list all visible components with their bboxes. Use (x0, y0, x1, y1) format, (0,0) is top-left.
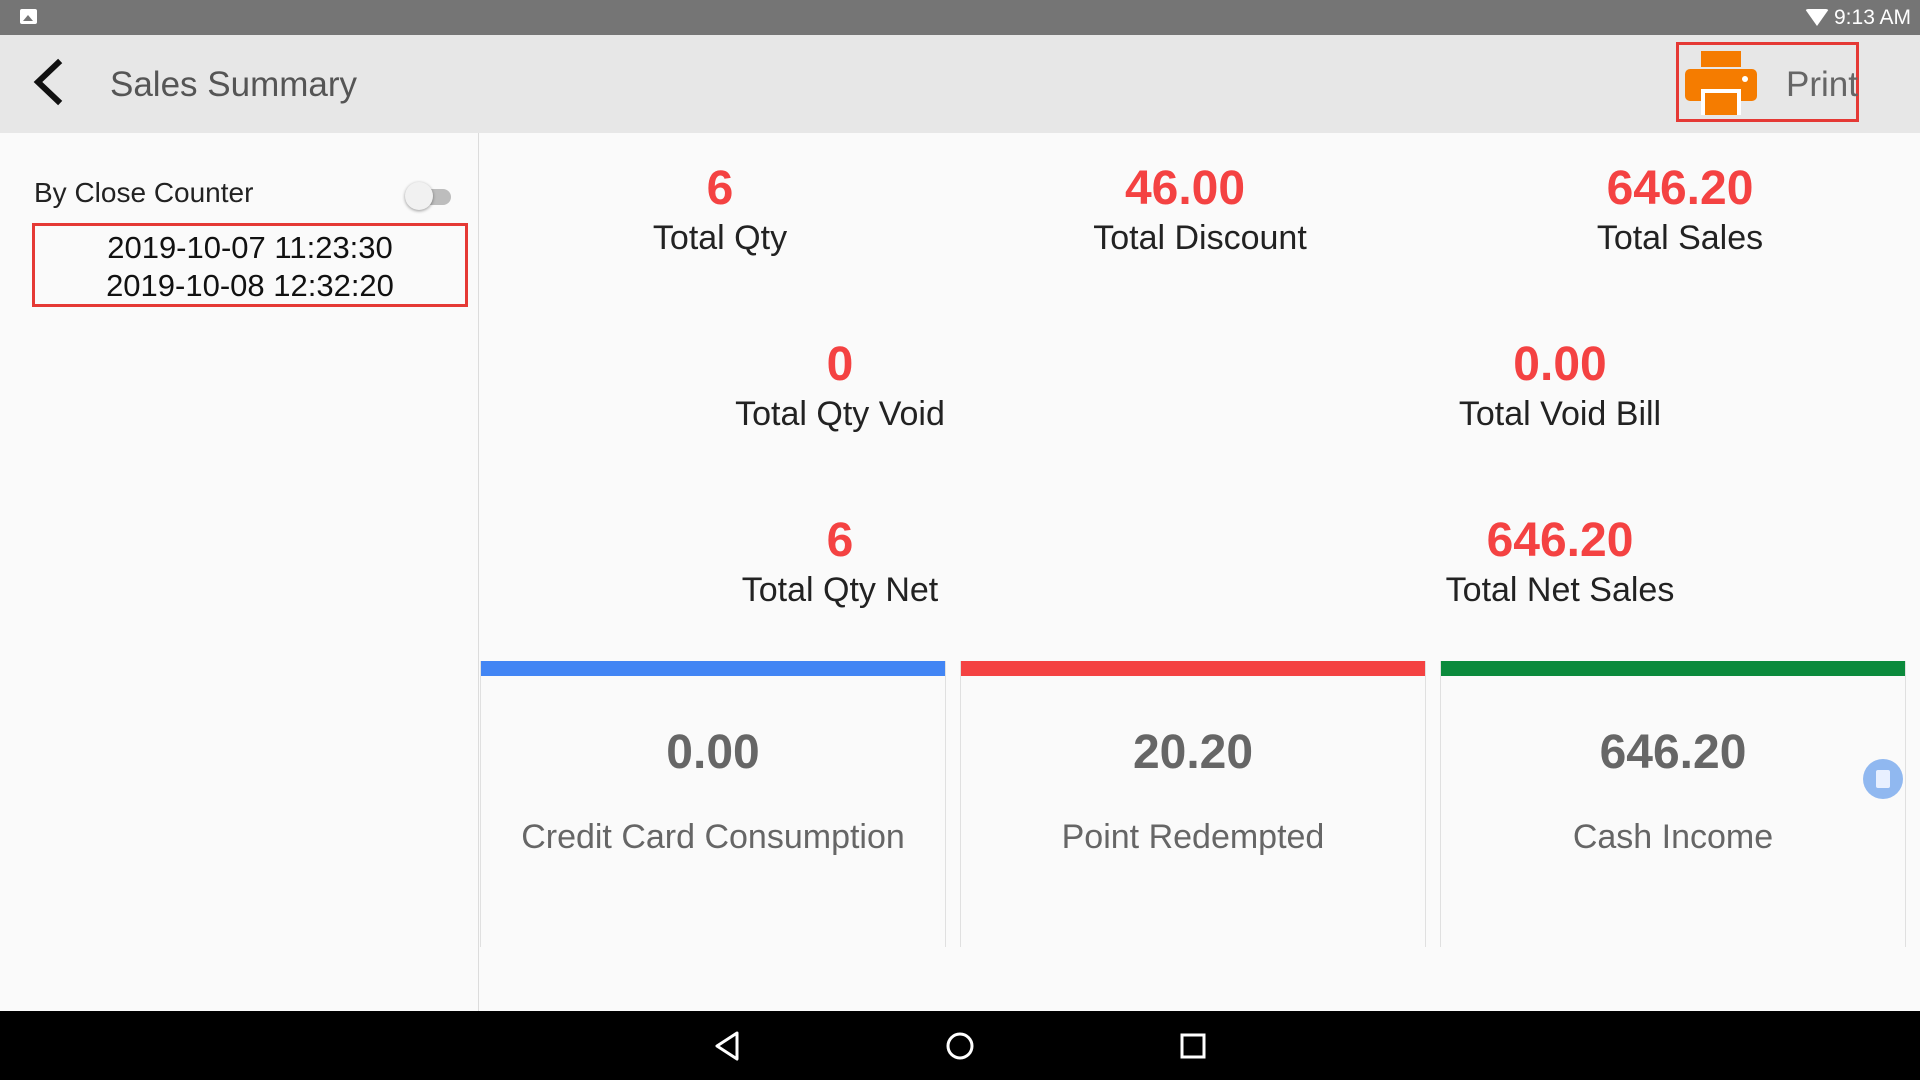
stat-value: 0 (826, 338, 854, 391)
toggle-thumb (405, 182, 433, 210)
stat-label: Total Void Bill (1458, 395, 1662, 433)
stat-value: 46.00 (1124, 162, 1246, 215)
date-range-selector[interactable]: 2019-10-07 11:23:30 2019-10-08 12:32:20 (32, 223, 468, 307)
date-to: 2019-10-08 12:32:20 (106, 268, 394, 303)
print-button[interactable]: Print (1676, 42, 1859, 122)
status-bar: 9:13 AM (0, 0, 1920, 35)
stat-label: Total Qty (652, 219, 788, 257)
card-accent-bar (961, 661, 1425, 676)
card-value: 646.20 (1599, 726, 1747, 779)
card-label: Cash Income (1572, 818, 1774, 856)
date-from: 2019-10-07 11:23:30 (107, 230, 393, 265)
stat-label: Total Qty Void (735, 395, 945, 433)
stat-value: 6 (826, 514, 854, 567)
stat-total-qty-void: 0 Total Qty Void (620, 337, 1060, 435)
card-label: Credit Card Consumption (521, 818, 905, 856)
page-title: Sales Summary (110, 65, 358, 104)
filter-sidebar: By Close Counter 2019-10-07 11:23:30 201… (0, 133, 479, 1011)
back-arrow-icon[interactable] (26, 57, 76, 107)
system-nav-bar (0, 1011, 1920, 1080)
stat-label: Total Discount (1093, 219, 1307, 257)
stat-total-net-sales: 646.20 Total Net Sales (1340, 513, 1780, 611)
print-label: Print (1786, 65, 1858, 104)
card-accent-bar (481, 661, 945, 676)
card-accent-bar (1441, 661, 1905, 676)
status-time: 9:13 AM (1834, 6, 1912, 29)
stat-total-qty-net: 6 Total Qty Net (620, 513, 1060, 611)
card-label: Point Redempted (1061, 818, 1325, 856)
card-cash-income: 646.20 Cash Income (1440, 661, 1906, 947)
floating-notes-icon[interactable] (1863, 759, 1903, 799)
stat-label: Total Sales (1596, 219, 1764, 257)
nav-home-icon[interactable] (942, 1028, 978, 1064)
nav-recents-icon[interactable] (1175, 1028, 1211, 1064)
stat-label: Total Net Sales (1445, 571, 1675, 609)
printer-icon (1685, 51, 1757, 115)
stat-value: 6 (706, 162, 734, 215)
app-toolbar: Sales Summary Print (0, 35, 1920, 133)
stat-value: 646.20 (1606, 162, 1754, 215)
close-counter-toggle[interactable] (405, 181, 453, 211)
stat-value: 646.20 (1486, 514, 1634, 567)
stat-total-qty: 6 Total Qty (500, 161, 940, 259)
card-credit-card: 0.00 Credit Card Consumption (480, 661, 946, 947)
card-value: 20.20 (1132, 726, 1254, 779)
stat-total-sales: 646.20 Total Sales (1460, 161, 1900, 259)
close-counter-label: By Close Counter (34, 177, 254, 208)
gallery-icon (20, 9, 37, 24)
wifi-icon (1805, 9, 1829, 26)
nav-back-icon[interactable] (709, 1028, 745, 1064)
card-value: 0.00 (666, 726, 760, 779)
card-point-redempted: 20.20 Point Redempted (960, 661, 1426, 947)
stat-value: 0.00 (1513, 338, 1607, 391)
stat-total-discount: 46.00 Total Discount (980, 161, 1420, 259)
stat-total-void-bill: 0.00 Total Void Bill (1340, 337, 1780, 435)
stat-label: Total Qty Net (741, 571, 939, 609)
